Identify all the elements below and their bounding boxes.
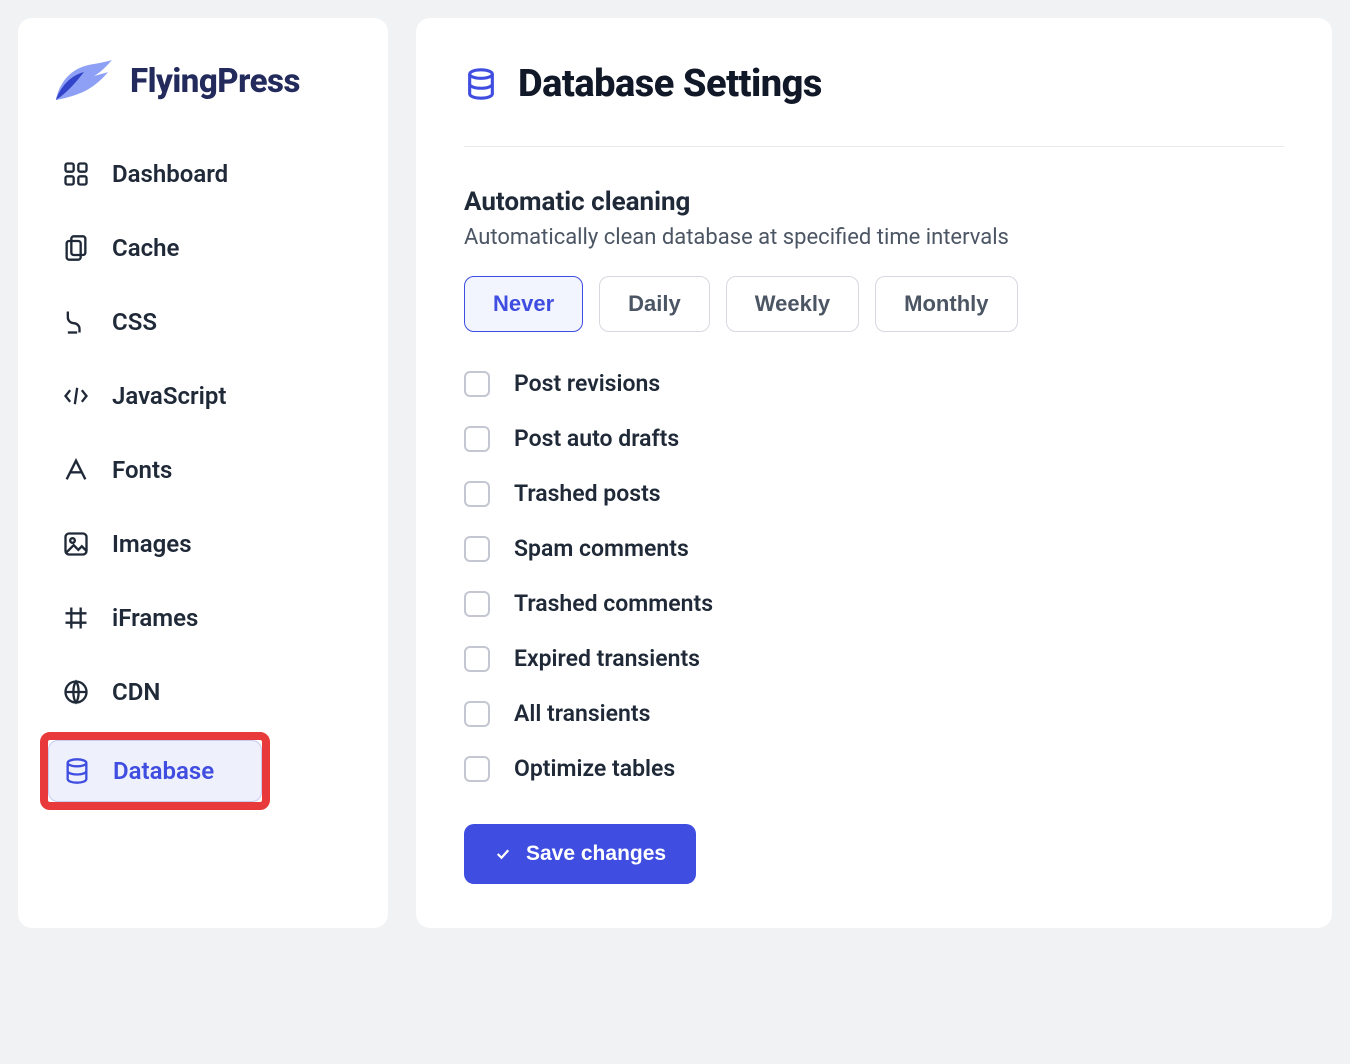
images-icon xyxy=(62,530,90,558)
sidebar-item-images[interactable]: Images xyxy=(46,510,360,578)
option-post-auto-drafts: Post auto drafts xyxy=(464,425,1284,452)
sidebar-item-label: Fonts xyxy=(112,456,172,484)
sidebar-nav: Dashboard Cache CSS JavaScript xyxy=(46,140,360,810)
sidebar-item-label: Dashboard xyxy=(112,160,228,188)
sidebar-item-label: CDN xyxy=(112,678,160,706)
option-expired-transients: Expired transients xyxy=(464,645,1284,672)
page-header: Database Settings xyxy=(464,62,1284,147)
database-icon xyxy=(464,67,498,101)
checkbox[interactable] xyxy=(464,371,490,397)
option-all-transients: All transients xyxy=(464,700,1284,727)
sidebar-item-css[interactable]: CSS xyxy=(46,288,360,356)
iframes-icon xyxy=(62,604,90,632)
option-spam-comments: Spam comments xyxy=(464,535,1284,562)
sidebar-item-fonts[interactable]: Fonts xyxy=(46,436,360,504)
sidebar: FlyingPress Dashboard Cache C xyxy=(18,18,388,928)
sidebar-item-label: Cache xyxy=(112,234,179,262)
checkbox[interactable] xyxy=(464,591,490,617)
interval-option-daily[interactable]: Daily xyxy=(599,276,710,332)
option-label: Post revisions xyxy=(514,370,660,397)
sidebar-item-dashboard[interactable]: Dashboard xyxy=(46,140,360,208)
option-label: Expired transients xyxy=(514,645,700,672)
save-button-label: Save changes xyxy=(526,842,666,866)
fonts-icon xyxy=(62,456,90,484)
option-trashed-comments: Trashed comments xyxy=(464,590,1284,617)
cdn-icon xyxy=(62,678,90,706)
option-label: All transients xyxy=(514,700,650,727)
option-label: Post auto drafts xyxy=(514,425,679,452)
checkbox[interactable] xyxy=(464,481,490,507)
option-trashed-posts: Trashed posts xyxy=(464,480,1284,507)
sidebar-item-cache[interactable]: Cache xyxy=(46,214,360,282)
option-post-revisions: Post revisions xyxy=(464,370,1284,397)
section-description: Automatically clean database at specifie… xyxy=(464,225,1284,250)
interval-selector: Never Daily Weekly Monthly xyxy=(464,276,1284,332)
sidebar-item-database[interactable]: Database xyxy=(48,740,262,802)
checkbox[interactable] xyxy=(464,426,490,452)
sidebar-item-highlight: Database xyxy=(40,732,270,810)
dashboard-icon xyxy=(62,160,90,188)
sidebar-item-cdn[interactable]: CDN xyxy=(46,658,360,726)
sidebar-item-label: CSS xyxy=(112,308,157,336)
sidebar-item-label: iFrames xyxy=(112,604,198,632)
checkbox[interactable] xyxy=(464,701,490,727)
checkbox[interactable] xyxy=(464,756,490,782)
interval-option-monthly[interactable]: Monthly xyxy=(875,276,1017,332)
option-label: Optimize tables xyxy=(514,755,675,782)
interval-option-weekly[interactable]: Weekly xyxy=(726,276,859,332)
option-label: Spam comments xyxy=(514,535,689,562)
section-title: Automatic cleaning xyxy=(464,187,1284,217)
save-button[interactable]: Save changes xyxy=(464,824,696,884)
brand-logo: FlyingPress xyxy=(46,58,360,140)
check-icon xyxy=(494,845,512,863)
sidebar-item-label: JavaScript xyxy=(112,382,226,410)
sidebar-item-iframes[interactable]: iFrames xyxy=(46,584,360,652)
checkbox[interactable] xyxy=(464,646,490,672)
interval-option-never[interactable]: Never xyxy=(464,276,583,332)
page-title: Database Settings xyxy=(518,62,822,106)
sidebar-item-label: Images xyxy=(112,530,192,558)
sidebar-item-javascript[interactable]: JavaScript xyxy=(46,362,360,430)
sidebar-item-label: Database xyxy=(113,757,214,785)
option-optimize-tables: Optimize tables xyxy=(464,755,1284,782)
main-panel: Database Settings Automatic cleaning Aut… xyxy=(416,18,1332,928)
option-label: Trashed comments xyxy=(514,590,713,617)
brand-name: FlyingPress xyxy=(130,62,300,101)
cache-icon xyxy=(62,234,90,262)
database-icon xyxy=(63,757,91,785)
cleaning-options: Post revisions Post auto drafts Trashed … xyxy=(464,370,1284,782)
javascript-icon xyxy=(62,382,90,410)
flyingpress-logo-icon xyxy=(54,58,114,104)
css-icon xyxy=(62,308,90,336)
option-label: Trashed posts xyxy=(514,480,661,507)
checkbox[interactable] xyxy=(464,536,490,562)
